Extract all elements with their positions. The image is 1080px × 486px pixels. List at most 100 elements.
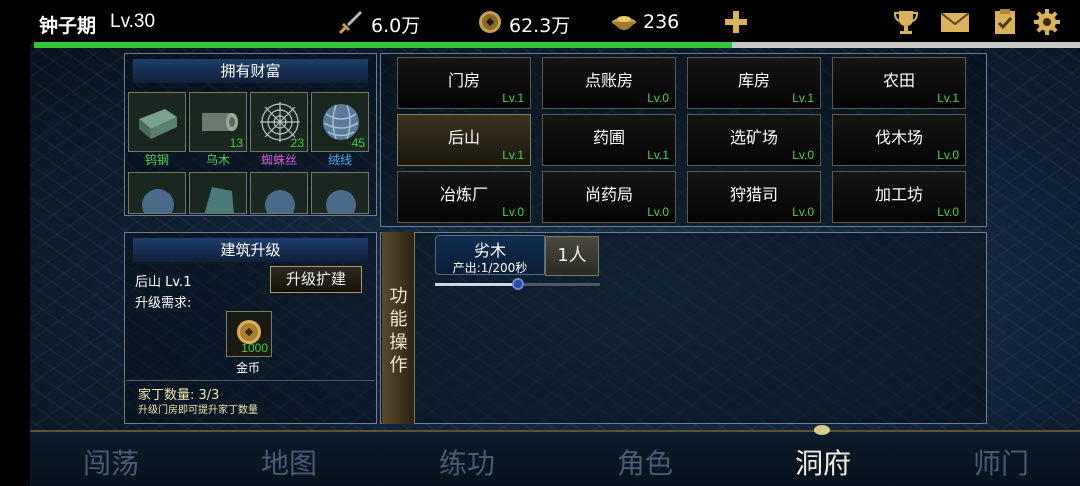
nav-tab-map[interactable]: 地图: [229, 442, 349, 482]
building-level: Lv.0: [792, 148, 814, 162]
building-lumber-yard[interactable]: 伐木场 Lv.0: [832, 114, 966, 166]
building-level: Lv.0: [647, 205, 669, 219]
building-level: Lv.0: [792, 205, 814, 219]
building-level: Lv.0: [937, 148, 959, 162]
wealth-count: 13: [229, 136, 243, 150]
left-margin: [0, 0, 30, 486]
plus-icon[interactable]: [722, 8, 750, 36]
building-name: 伐木场: [874, 128, 923, 147]
sword-icon: [338, 11, 362, 35]
building-name: 尚药局: [584, 185, 633, 204]
crystal-icon: [204, 187, 234, 213]
wealth-label-wool-yarn: 绒线: [327, 153, 352, 167]
wealth-item-spider-silk[interactable]: 23: [250, 92, 308, 152]
ore-icon: [265, 190, 295, 213]
building-name: 门房: [447, 71, 480, 90]
nav-tab-cave-manor[interactable]: 洞府: [763, 442, 883, 482]
building-level: Lv.0: [502, 205, 524, 219]
building-ore-dressing[interactable]: 选矿场 Lv.0: [687, 114, 821, 166]
building-level: Lv.1: [647, 148, 669, 162]
production-card[interactable]: 劣木 产出:1/200秒: [435, 235, 545, 275]
product-output: 产出:1/200秒: [452, 261, 528, 275]
ore-icon: [142, 189, 174, 213]
gold-coin-slot[interactable]: 1000: [226, 311, 272, 357]
wealth-count: 23: [290, 136, 304, 150]
building-level: Lv.0: [937, 205, 959, 219]
game-screen: 钟子期 Lv.30 6.0万 62.3万 236 拥有财富 13 23 45 钨…: [0, 0, 1080, 486]
wealth-item[interactable]: [128, 172, 186, 214]
wealth-count: 45: [351, 136, 365, 150]
building-level: Lv.0: [647, 91, 669, 105]
building-name: 库房: [737, 71, 770, 90]
building-medicine-bureau[interactable]: 尚药局 Lv.0: [542, 171, 676, 223]
bowl-icon: [612, 16, 636, 30]
servant-hint: 升级门房即可提升家丁数量: [138, 405, 258, 416]
building-level: Lv.1: [502, 148, 524, 162]
settings-icon[interactable]: [1033, 8, 1061, 36]
wealth-item[interactable]: [311, 172, 369, 214]
mail-icon[interactable]: [940, 8, 970, 36]
ore-icon: [326, 190, 356, 213]
building-level: Lv.1: [502, 91, 524, 105]
wealth-item[interactable]: [250, 172, 308, 214]
worker-slider-track[interactable]: [435, 278, 600, 290]
wealth-item[interactable]: [189, 172, 247, 214]
top-bar: 钟子期 Lv.30 6.0万 62.3万 236: [30, 0, 1080, 44]
upgrade-button[interactable]: 升级扩建: [270, 266, 362, 293]
ingot-value: 236: [643, 11, 680, 33]
building-gatehouse[interactable]: 门房 Lv.1: [397, 57, 531, 109]
xp-bar: [34, 42, 1080, 48]
building-name: 冶炼厂: [439, 185, 488, 204]
gold-cost-label: 金币: [236, 361, 261, 375]
upgrade-requirement-label: 升级需求:: [135, 296, 192, 311]
building-name: 农田: [882, 71, 915, 90]
nav-tab-character[interactable]: 角色: [585, 442, 705, 482]
function-tab[interactable]: 功 能 操 作: [382, 232, 415, 424]
gold-cost-amount: 1000: [241, 341, 268, 355]
building-name: 狩猎司: [729, 185, 778, 204]
building-level: Lv.1: [792, 91, 814, 105]
task-icon[interactable]: [991, 8, 1019, 36]
building-herb-garden[interactable]: 药圃 Lv.1: [542, 114, 676, 166]
building-level: Lv.1: [937, 91, 959, 105]
nav-tab-sect[interactable]: 师门: [941, 442, 1061, 482]
wealth-label-tungsten: 钨钢: [144, 153, 169, 167]
player-level: Lv.30: [110, 11, 156, 32]
building-workshop[interactable]: 加工坊 Lv.0: [832, 171, 966, 223]
worker-slider-fill: [435, 283, 518, 286]
wealth-item-tungsten[interactable]: [128, 92, 186, 152]
upgrade-building-label: 后山 Lv.1: [135, 275, 192, 290]
building-name: 药圃: [592, 128, 625, 147]
building-back-hill[interactable]: 后山 Lv.1: [397, 114, 531, 166]
wealth-title: 拥有财富: [133, 59, 368, 83]
trophy-icon[interactable]: [892, 8, 920, 36]
wealth-label-spider-silk: 蜘蛛丝: [260, 153, 297, 167]
coin-value: 62.3万: [509, 15, 571, 37]
worker-count[interactable]: 1人: [545, 236, 599, 276]
building-name: 后山: [447, 128, 480, 147]
function-tab-char: 作: [389, 355, 408, 376]
worker-slider-thumb[interactable]: [511, 278, 524, 290]
coin-icon: [479, 11, 501, 33]
nav-tab-adventure[interactable]: 闯荡: [51, 442, 171, 482]
xp-bar-fill: [34, 42, 732, 48]
building-hunting-office[interactable]: 狩猎司 Lv.0: [687, 171, 821, 223]
tungsten-icon: [139, 109, 177, 139]
nav-tab-training[interactable]: 练功: [407, 442, 527, 482]
building-counting-house[interactable]: 点账房 Lv.0: [542, 57, 676, 109]
wealth-item-ebony[interactable]: 13: [189, 92, 247, 152]
wealth-label-ebony: 乌木: [205, 153, 230, 167]
bottom-nav: 闯荡 地图 练功 角色 洞府 师门: [30, 425, 1080, 486]
building-name: 点账房: [584, 71, 633, 90]
building-name: 加工坊: [874, 185, 923, 204]
active-tab-indicator-icon: [814, 425, 830, 435]
power-value: 6.0万: [371, 15, 421, 37]
building-name: 选矿场: [729, 128, 778, 147]
building-warehouse[interactable]: 库房 Lv.1: [687, 57, 821, 109]
upgrade-title: 建筑升级: [133, 238, 368, 262]
wealth-item-wool-yarn[interactable]: 45: [311, 92, 369, 152]
building-smelter[interactable]: 冶炼厂 Lv.0: [397, 171, 531, 223]
building-farmland[interactable]: 农田 Lv.1: [832, 57, 966, 109]
product-name: 劣木: [473, 241, 506, 260]
player-name: 钟子期: [39, 15, 97, 37]
